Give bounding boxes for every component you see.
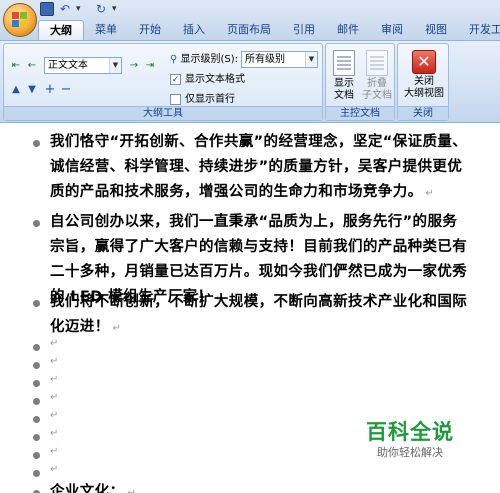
watermark-title: 百科全说: [366, 420, 454, 444]
show-level-label: ⚲ 显示级别(S):: [170, 54, 239, 65]
dropdown-icon[interactable]: ▾: [76, 2, 90, 16]
paragraph-mark: ↵: [50, 392, 59, 403]
outline-bullet-empty[interactable]: [33, 434, 40, 441]
paragraph-mark: ↵: [50, 374, 59, 385]
master-document-label: 主控文档: [326, 106, 394, 120]
show-level-icon: ⚲: [170, 54, 178, 65]
outline-tools-label: 大纲工具: [4, 106, 322, 120]
first-line-only-label: 仅显示首行: [185, 94, 235, 105]
move-down-icon[interactable]: ▼: [24, 82, 40, 96]
ribbon-tabs: 大纲 菜单 开始 插入 页面布局 引用 邮件 审阅 视图 开发工具: [38, 20, 500, 40]
title-bar: ↶ ▾ ↻ ▾ 大纲 菜单 开始 插入 页面布局 引用 邮件 审阅 视图 开发工…: [0, 0, 500, 40]
office-logo-icon: [12, 12, 28, 28]
undo-icon[interactable]: ↶: [58, 2, 72, 16]
outline-paragraph[interactable]: 我们将不断创新，不断扩大规模，不断向高新技术产业化和国际化迈进！ ↵: [50, 290, 470, 341]
show-level-select[interactable]: 所有级别 ▼: [241, 51, 318, 68]
outline-bullet-empty[interactable]: [33, 362, 40, 369]
first-line-only-checkbox[interactable]: [170, 94, 181, 105]
outline-bullet[interactable]: [33, 140, 40, 147]
close-group-label: 关闭: [398, 106, 448, 120]
paragraph-mark: ↵: [50, 428, 59, 439]
office-button[interactable]: [3, 3, 37, 37]
show-text-format-checkbox[interactable]: ✓: [170, 74, 181, 85]
tab-developer[interactable]: 开发工具: [458, 20, 500, 40]
outline-bullet[interactable]: [33, 220, 40, 227]
outline-bullet[interactable]: [33, 300, 40, 307]
chevron-down-icon: ▼: [109, 58, 121, 73]
customize-icon[interactable]: ▾: [112, 2, 126, 16]
paragraph-mark: ↵: [50, 410, 59, 421]
demote-to-body-icon[interactable]: ⇥: [142, 58, 158, 72]
close-outline-view-button[interactable]: ✕ 关闭 大纲视图: [399, 50, 449, 100]
quick-access-toolbar: ↶ ▾ ↻ ▾: [40, 2, 126, 18]
move-up-icon[interactable]: ▲: [8, 82, 24, 96]
show-document-button[interactable]: 显示 文档: [329, 50, 359, 102]
tab-view[interactable]: 视图: [414, 20, 458, 40]
watermark-subtitle: 助你轻松解决: [377, 446, 443, 459]
outline-bullet-empty[interactable]: [33, 398, 40, 405]
paragraph-mark: ↵: [50, 338, 59, 349]
show-text-format-label: 显示文本格式: [185, 74, 245, 85]
collapse-subdocuments-button[interactable]: 折叠 子文档: [360, 50, 394, 102]
paragraph-mark: ↵: [50, 464, 59, 475]
paragraph-mark: ↵: [50, 356, 59, 367]
outline-bullet-empty[interactable]: [33, 344, 40, 351]
outline-paragraph[interactable]: 企业文化：↵: [50, 480, 470, 493]
redo-icon[interactable]: ↻: [94, 2, 108, 16]
chevron-down-icon: ▼: [305, 52, 317, 67]
close-group: ✕ 关闭 大纲视图 关闭: [397, 43, 449, 121]
promote-to-heading1-icon[interactable]: ⇤: [8, 58, 24, 72]
promote-icon[interactable]: ←: [24, 58, 40, 72]
ribbon: ⇤ ← 正文文本 ▼ → ⇥ ▲ ▼ + − ⚲ 显示级别(S): 所有级别 ▼…: [0, 40, 500, 123]
tab-outline[interactable]: 大纲: [38, 20, 84, 40]
paragraph-mark: ↵: [50, 446, 59, 457]
outline-bullet-empty[interactable]: [33, 452, 40, 459]
outline-level-select[interactable]: 正文文本 ▼: [44, 57, 122, 74]
save-icon[interactable]: [40, 2, 54, 16]
tab-page-layout[interactable]: 页面布局: [216, 20, 282, 40]
tab-home[interactable]: 开始: [128, 20, 172, 40]
tab-insert[interactable]: 插入: [172, 20, 216, 40]
demote-icon[interactable]: →: [126, 58, 142, 72]
tab-references[interactable]: 引用: [282, 20, 326, 40]
outline-bullet-empty[interactable]: [33, 470, 40, 477]
tab-mailings[interactable]: 邮件: [326, 20, 370, 40]
master-document-group: 显示 文档 折叠 子文档 主控文档: [325, 43, 395, 121]
tab-menu[interactable]: 菜单: [84, 20, 128, 40]
collapse-icon[interactable]: −: [58, 82, 74, 97]
outline-paragraph[interactable]: 我们恪守“开拓创新、合作共赢”的经营理念，坚定“保证质量、诚信经营、科学管理、持…: [50, 130, 470, 206]
outline-bullet-empty[interactable]: [33, 416, 40, 423]
subdocument-icon: [366, 50, 388, 76]
show-level-value: 所有级别: [245, 54, 285, 65]
expand-icon[interactable]: +: [42, 82, 58, 97]
outline-bullet-empty[interactable]: [33, 380, 40, 387]
outline-tools-group: ⇤ ← 正文文本 ▼ → ⇥ ▲ ▼ + − ⚲ 显示级别(S): 所有级别 ▼…: [3, 43, 323, 121]
outline-level-value: 正文文本: [48, 60, 88, 71]
watermark: 百科全说 助你轻松解决: [366, 420, 454, 460]
close-icon: ✕: [412, 50, 436, 74]
tab-review[interactable]: 审阅: [370, 20, 414, 40]
document-icon: [333, 50, 355, 76]
